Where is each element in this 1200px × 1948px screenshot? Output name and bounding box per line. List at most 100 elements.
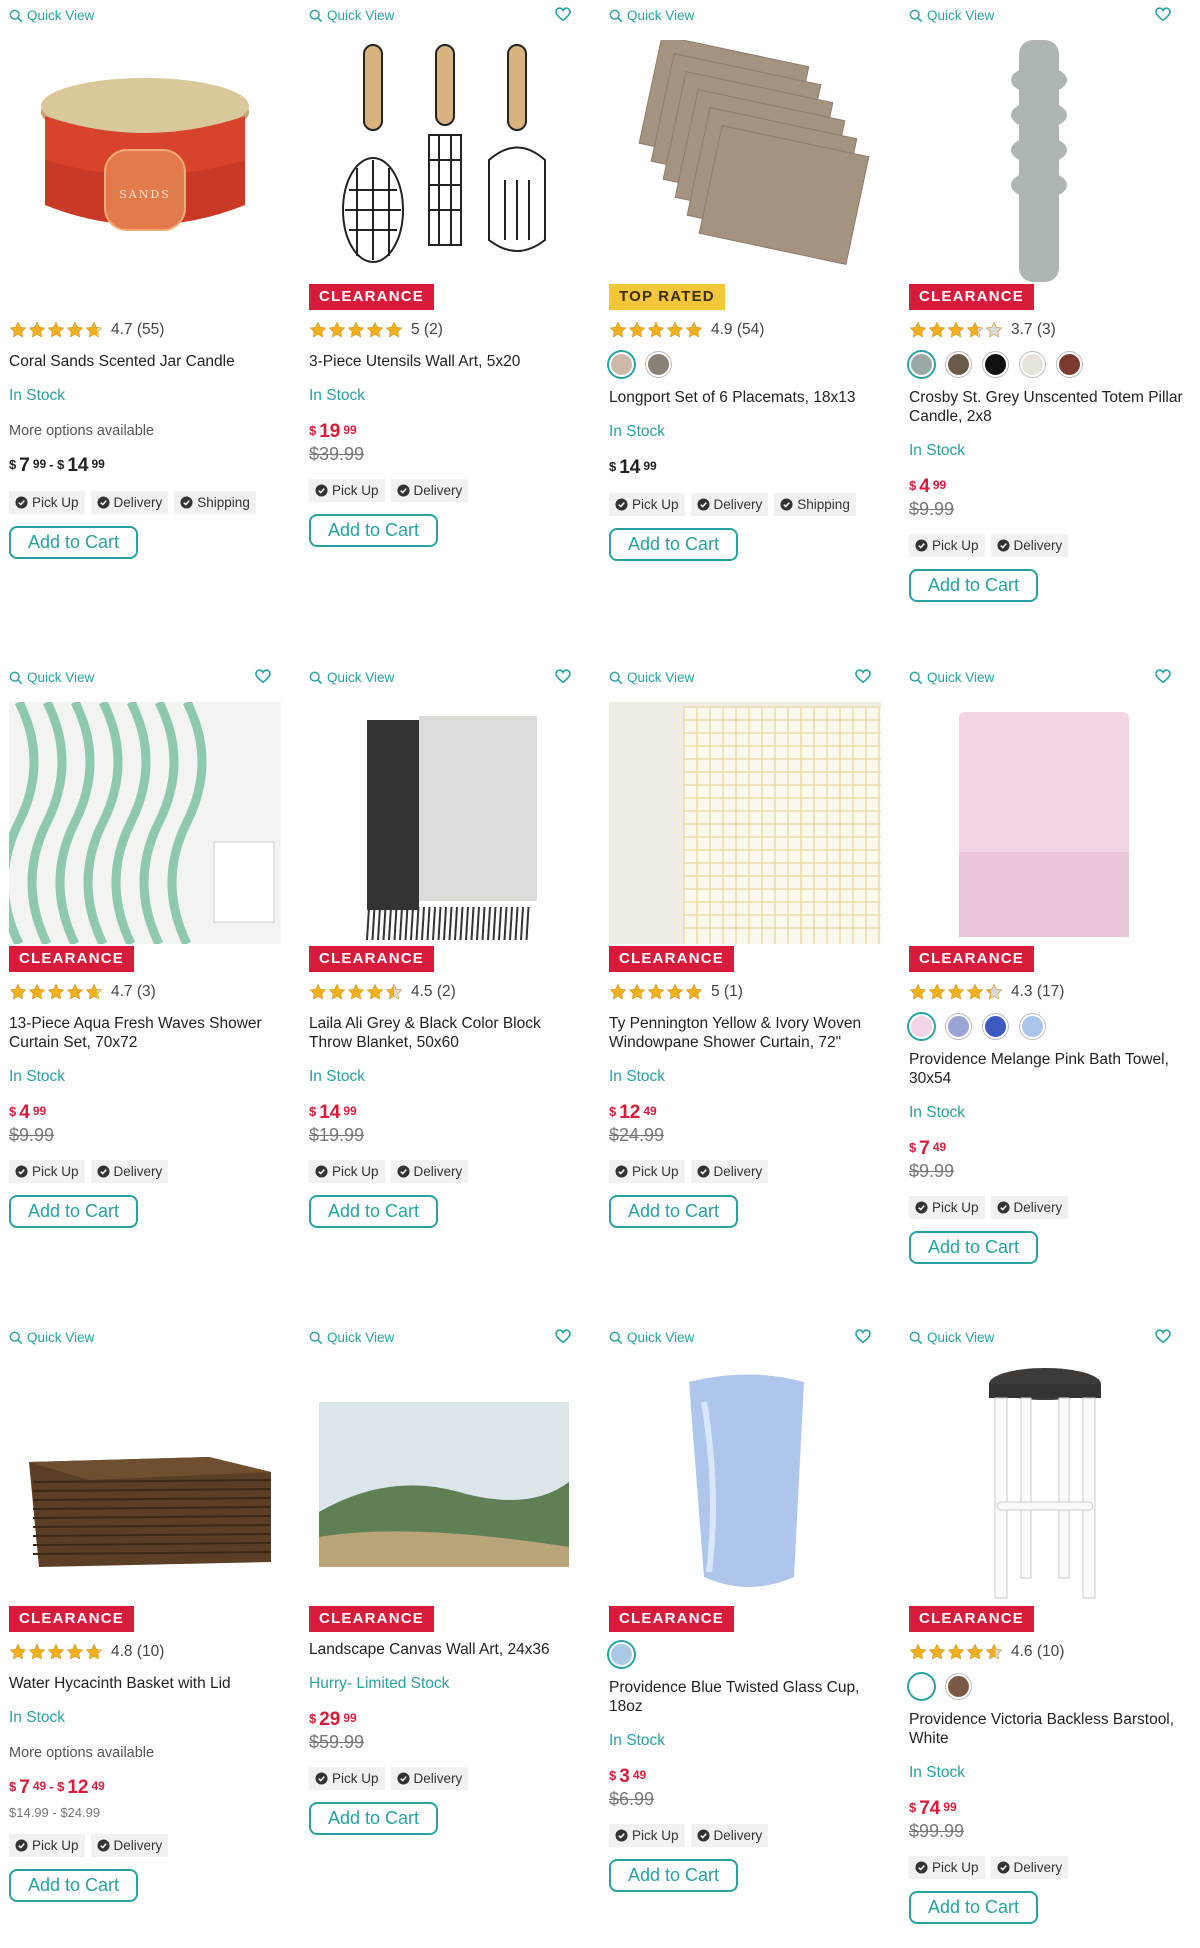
product-title[interactable]: Ty Pennington Yellow & Ivory Woven Windo… <box>609 1014 885 1052</box>
rating-count: 5 (1) <box>711 983 743 1000</box>
add-to-cart-button[interactable]: Add to Cart <box>909 1231 1039 1264</box>
product-title[interactable]: Crosby St. Grey Unscented Totem Pillar C… <box>909 388 1185 426</box>
wishlist-heart-icon[interactable] <box>1154 668 1172 684</box>
color-swatch[interactable] <box>946 351 971 377</box>
product-rating[interactable]: 4.7 (3) <box>9 980 285 1004</box>
current-price: $12 49 <box>609 1102 885 1124</box>
fulfillment-label: Delivery <box>1013 1860 1063 1875</box>
product-title[interactable]: Coral Sands Scented Jar Candle <box>9 352 285 371</box>
color-swatch[interactable] <box>946 1673 971 1699</box>
product-title[interactable]: 13-Piece Aqua Fresh Waves Shower Curtain… <box>9 1014 285 1052</box>
stock-status: In Stock <box>909 1764 965 1781</box>
add-to-cart-button[interactable]: Add to Cart <box>9 1195 139 1228</box>
add-to-cart-button[interactable]: Add to Cart <box>9 1869 139 1902</box>
color-swatch[interactable] <box>646 351 671 377</box>
product-title[interactable]: Longport Set of 6 Placemats, 18x13 <box>609 388 885 407</box>
product-rating[interactable]: 4.8 (10) <box>9 1640 285 1664</box>
color-swatch[interactable] <box>983 1013 1008 1039</box>
product-rating[interactable]: 4.7 (55) <box>9 318 285 342</box>
check-circle-icon <box>96 1165 110 1178</box>
add-to-cart-button[interactable]: Add to Cart <box>609 528 739 561</box>
product-rating[interactable]: 5 (2) <box>309 318 585 342</box>
wishlist-heart-icon[interactable] <box>554 668 572 684</box>
color-swatch[interactable] <box>1057 351 1082 377</box>
add-to-cart-button[interactable]: Add to Cart <box>9 526 139 559</box>
product-title[interactable]: Providence Melange Pink Bath Towel, 30x5… <box>909 1050 1185 1088</box>
stock-status: In Stock <box>609 1068 665 1085</box>
price-cents: 99 <box>643 459 657 473</box>
quick-view-link[interactable]: Quick View <box>9 1330 94 1345</box>
add-to-cart-button[interactable]: Add to Cart <box>609 1195 739 1228</box>
product-info: 4.5 (2) Laila Ali Grey & Black Color Bloc… <box>309 980 585 1228</box>
product-title[interactable]: Laila Ali Grey & Black Color Block Throw… <box>309 1014 585 1052</box>
color-swatch[interactable] <box>1020 351 1045 377</box>
search-icon <box>909 671 923 684</box>
product-rating[interactable]: 5 (1) <box>609 980 885 1004</box>
fulfillment-options: Pick Up Delivery <box>609 1160 885 1183</box>
windowpane-curtain-image[interactable] <box>609 702 881 944</box>
product-rating[interactable]: 4.5 (2) <box>309 980 585 1004</box>
fulfillment-tag: Delivery <box>990 1856 1069 1879</box>
color-swatch[interactable] <box>609 1641 634 1667</box>
color-swatch[interactable] <box>909 351 934 377</box>
product-badge: TOP RATED <box>609 284 725 310</box>
basket-image[interactable] <box>9 1362 281 1604</box>
color-swatch[interactable] <box>946 1013 971 1039</box>
quick-view-link[interactable]: Quick View <box>609 1330 694 1345</box>
quick-view-link[interactable]: Quick View <box>609 670 694 685</box>
wave-curtain-image[interactable] <box>0 699 281 946</box>
blanket-image[interactable] <box>309 702 581 944</box>
product-title[interactable]: Providence Victoria Backless Barstool, W… <box>909 1710 1185 1748</box>
wishlist-heart-icon[interactable] <box>1154 6 1172 22</box>
wishlist-heart-icon[interactable] <box>554 1328 572 1344</box>
price-range: $7 99 - $14 99 <box>9 455 285 477</box>
barstool-image[interactable] <box>909 1362 1181 1604</box>
product-info: 5 (2) 3-Piece Utensils Wall Art, 5x20 In S… <box>309 318 585 547</box>
color-swatch[interactable] <box>909 1673 934 1699</box>
quick-view-link[interactable]: Quick View <box>909 670 994 685</box>
product-title[interactable]: Landscape Canvas Wall Art, 24x36 <box>309 1640 585 1659</box>
color-swatch[interactable] <box>609 351 634 377</box>
product-title[interactable]: Water Hycacinth Basket with Lid <box>9 1674 285 1693</box>
product-rating[interactable]: 4.6 (10) <box>909 1640 1185 1664</box>
wishlist-heart-icon[interactable] <box>1154 1328 1172 1344</box>
quick-view-link[interactable]: Quick View <box>609 8 694 23</box>
wishlist-heart-icon[interactable] <box>554 6 572 22</box>
add-to-cart-button[interactable]: Add to Cart <box>309 1802 439 1835</box>
add-to-cart-button[interactable]: Add to Cart <box>309 1195 439 1228</box>
glass-cup-image[interactable] <box>609 1362 881 1604</box>
quick-view-link[interactable]: Quick View <box>9 8 94 23</box>
candle-image[interactable]: SANDS <box>9 40 281 282</box>
totem-candle-image[interactable] <box>909 40 1181 282</box>
add-to-cart-button[interactable]: Add to Cart <box>909 1891 1039 1924</box>
color-swatch[interactable] <box>1020 1013 1045 1039</box>
canvas-art-image[interactable] <box>309 1362 581 1604</box>
color-swatch[interactable] <box>983 351 1008 377</box>
check-circle-icon <box>315 484 328 497</box>
quick-view-link[interactable]: Quick View <box>309 670 394 685</box>
product-title[interactable]: 3-Piece Utensils Wall Art, 5x20 <box>309 352 585 371</box>
wishlist-heart-icon[interactable] <box>854 668 872 684</box>
product-rating[interactable]: 4.3 (17) <box>909 980 1185 1004</box>
towel-image[interactable] <box>909 702 1181 944</box>
quick-view-link[interactable]: Quick View <box>909 8 994 23</box>
add-to-cart-button[interactable]: Add to Cart <box>909 569 1039 602</box>
wishlist-heart-icon[interactable] <box>254 668 272 684</box>
add-to-cart-button[interactable]: Add to Cart <box>609 1859 739 1892</box>
color-swatch[interactable] <box>909 1013 934 1039</box>
placemats-image[interactable] <box>609 35 881 282</box>
check-circle-icon <box>696 1829 710 1842</box>
product-title[interactable]: Providence Blue Twisted Glass Cup, 18oz <box>609 1678 885 1716</box>
quick-view-link[interactable]: Quick View <box>909 1330 994 1345</box>
product-rating[interactable]: 4.9 (54) <box>609 318 885 342</box>
product-rating[interactable]: 3.7 (3) <box>909 318 1185 342</box>
check-circle-icon <box>615 1165 628 1178</box>
quick-view-label: Quick View <box>27 8 95 23</box>
color-swatches <box>909 1012 1185 1040</box>
quick-view-link[interactable]: Quick View <box>309 1330 394 1345</box>
utensils-art-image[interactable] <box>309 40 581 282</box>
wishlist-heart-icon[interactable] <box>854 1328 872 1344</box>
quick-view-link[interactable]: Quick View <box>309 8 394 23</box>
quick-view-link[interactable]: Quick View <box>9 670 94 685</box>
add-to-cart-button[interactable]: Add to Cart <box>309 514 439 547</box>
